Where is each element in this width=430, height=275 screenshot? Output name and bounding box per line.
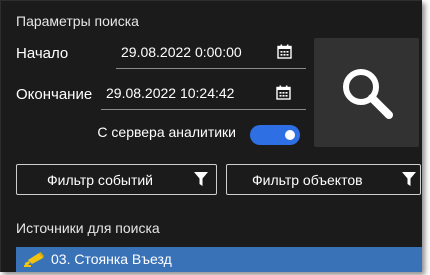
- end-datetime-value: 29.08.2022 10:24:42: [106, 85, 235, 101]
- event-filter-label: Фильтр событий: [47, 172, 153, 188]
- event-filter-button[interactable]: Фильтр событий: [16, 164, 217, 195]
- search-button[interactable]: [314, 38, 419, 147]
- funnel-icon: [194, 172, 208, 187]
- search-params-title: Параметры поиска: [16, 13, 139, 29]
- analytics-server-toggle[interactable]: [250, 125, 300, 145]
- calendar-icon[interactable]: [276, 85, 291, 100]
- start-label: Начало: [16, 45, 69, 62]
- object-filter-label: Фильтр объектов: [252, 172, 363, 188]
- object-filter-button[interactable]: Фильтр объектов: [226, 164, 421, 195]
- end-label: Окончание: [16, 86, 93, 103]
- toggle-knob: [285, 130, 295, 140]
- calendar-icon[interactable]: [277, 44, 292, 59]
- start-datetime-value: 29.08.2022 0:00:00: [121, 44, 242, 60]
- analytics-server-label: С сервера аналитики: [97, 124, 236, 140]
- source-list-item[interactable]: 03. Стоянка Въезд: [16, 247, 422, 272]
- search-parameters-panel: Параметры поиска Начало 29.08.2022 0:00:…: [0, 0, 422, 272]
- search-sources-title: Источники для поиска: [16, 220, 160, 236]
- end-datetime-field[interactable]: 29.08.2022 10:24:42: [101, 79, 306, 110]
- source-name: 03. Стоянка Въезд: [51, 251, 172, 267]
- camera-icon: [24, 251, 46, 267]
- funnel-icon: [402, 172, 416, 187]
- start-datetime-field[interactable]: 29.08.2022 0:00:00: [116, 38, 306, 69]
- search-icon: [343, 69, 393, 119]
